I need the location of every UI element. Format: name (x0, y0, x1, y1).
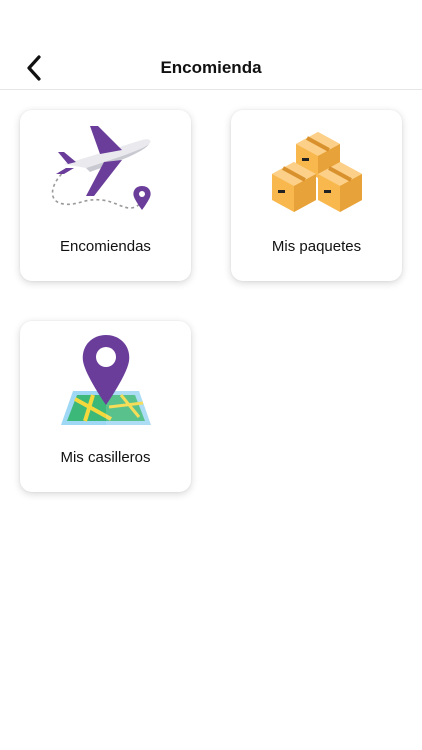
page-title: Encomienda (160, 58, 262, 77)
map-pin-icon (60, 335, 151, 425)
menu-card-mis-casilleros[interactable]: Mis casilleros (20, 321, 191, 492)
app-header: Encomienda (0, 0, 422, 90)
menu-card-mis-paquetes[interactable]: Mis paquetes (231, 110, 402, 281)
menu-card-label: Mis casilleros (60, 449, 151, 466)
boxes-icon (271, 132, 362, 212)
airplane-route-icon (51, 126, 151, 210)
menu-card-encomiendas[interactable]: Encomiendas (20, 110, 191, 281)
menu-card-label: Mis paquetes (271, 238, 362, 255)
menu-card-label: Encomiendas (60, 238, 151, 255)
